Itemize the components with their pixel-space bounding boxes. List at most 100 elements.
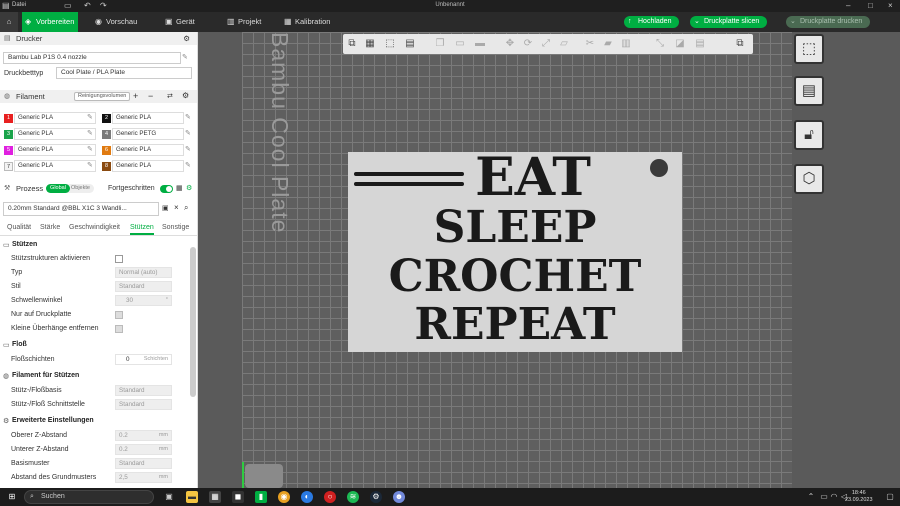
compare-icon[interactable]: ▦ (176, 184, 183, 192)
arrange-icon[interactable]: ▤ (403, 37, 417, 51)
tab-quality[interactable]: Qualität (7, 224, 31, 231)
edit-icon[interactable]: ✎ (185, 129, 191, 137)
color-paint-icon[interactable]: ◪ (673, 37, 687, 51)
object-option[interactable]: Objekte (71, 184, 90, 193)
rotate-icon[interactable]: ⟳ (521, 37, 535, 51)
delete-icon[interactable]: ▭ (453, 37, 467, 51)
edit-icon[interactable]: ✎ (87, 113, 93, 121)
spotify-icon[interactable]: ≋ (347, 491, 359, 503)
windows-start-icon[interactable]: ⊞ (6, 491, 18, 503)
cut-icon[interactable]: ✂ (583, 37, 597, 51)
remove-small-checkbox[interactable] (115, 325, 123, 333)
global-toggle[interactable]: Global Objekte (46, 184, 94, 193)
sign-model[interactable]: EAT SLEEP CROCHET REPEAT (348, 150, 682, 352)
edit-icon[interactable]: ✎ (87, 145, 93, 153)
edit-icon[interactable]: ✎ (185, 113, 191, 121)
edit-icon[interactable]: ✎ (182, 53, 188, 61)
search-icon[interactable]: ⌕ (184, 203, 188, 213)
chrome-icon[interactable]: ◉ (278, 491, 290, 503)
add-icon[interactable]: + (133, 91, 138, 101)
seam-icon[interactable]: ▥ (619, 37, 633, 51)
close-icon[interactable]: × (174, 203, 179, 212)
lay-flat-icon[interactable]: ▱ (557, 37, 571, 51)
taskbar-search[interactable]: ⌕ Suchen (24, 490, 154, 504)
remove-icon[interactable]: − (148, 91, 153, 101)
close-icon[interactable]: × (888, 1, 893, 10)
scale-icon[interactable]: ⤢ (539, 37, 553, 51)
color-swatch[interactable]: 7 (4, 162, 13, 171)
color-swatch[interactable]: 2 (102, 114, 111, 123)
style-select[interactable]: Standard (115, 281, 172, 292)
home-button[interactable]: ⌂ (0, 12, 18, 32)
tab-device[interactable]: ▣ Gerät (162, 12, 212, 32)
edit-icon[interactable]: ✎ (185, 161, 191, 169)
base-pattern-select[interactable]: Standard (115, 458, 172, 469)
clock[interactable]: 18:46 23.09.2023 (845, 490, 873, 504)
tab-project[interactable]: ▥ Projekt (224, 12, 274, 32)
edge-icon[interactable]: ◐ (301, 491, 313, 503)
3d-viewport[interactable]: Bambu Cool Plate ⧉ ▦ ⬚ ▤ ❐ ▭ ▬ ✥ ⟳ ⤢ ▱ ✂… (198, 32, 900, 488)
add-object-icon[interactable]: ⧉ (345, 37, 359, 51)
edit-icon[interactable]: ✎ (185, 145, 191, 153)
bambu-studio-icon[interactable]: ▮ (255, 491, 267, 503)
global-option[interactable]: Global (46, 184, 70, 193)
base-spacing-input[interactable]: 2,5 mm (115, 472, 172, 483)
panel-scrollbar[interactable] (190, 247, 196, 397)
bottom-z-input[interactable]: 0.2 mm (115, 444, 172, 455)
filament-settings-icon[interactable]: ⚙ (182, 91, 189, 100)
plate-settings-button[interactable]: ⬡ (794, 164, 824, 194)
raft-layers-input[interactable]: 0 Schichten (115, 354, 172, 365)
tab-preview[interactable]: ◉ Vorschau (92, 12, 152, 32)
orient-icon[interactable]: ⬚ (383, 37, 397, 51)
slice-button[interactable]: ⌄ Druckplatte slicen (690, 16, 768, 28)
print-button[interactable]: ⌄ Druckplatte drucken (786, 16, 871, 28)
color-swatch[interactable]: 1 (4, 114, 13, 123)
tray-chevron-icon[interactable]: ⌃ (805, 491, 817, 503)
lock-button[interactable]: 🔓︎ (794, 120, 824, 150)
tab-speed[interactable]: Geschwindigkeit (69, 224, 120, 231)
assembly-icon[interactable]: ⧉ (733, 37, 747, 51)
view-cube[interactable] (245, 464, 283, 488)
store-icon[interactable]: ▦ (209, 491, 221, 503)
measure-icon[interactable]: ⤡ (653, 37, 667, 51)
minecraft-icon[interactable]: ◼ (232, 491, 244, 503)
upload-button[interactable]: ↑ Hochladen (624, 16, 680, 28)
color-swatch[interactable]: 3 (4, 130, 13, 139)
type-select[interactable]: Normal (auto) (115, 267, 172, 278)
color-swatch[interactable]: 6 (102, 146, 111, 155)
clone-icon[interactable]: ▬ (473, 37, 487, 51)
auto-orient-button[interactable]: ⬚ (794, 34, 824, 64)
move-icon[interactable]: ✥ (503, 37, 517, 51)
top-z-input[interactable]: 0.2 mm (115, 430, 172, 441)
bed-type-select[interactable]: Cool Plate / PLA Plate (56, 67, 192, 79)
save-preset-icon[interactable]: ▣ (162, 204, 169, 212)
steam-icon[interactable]: ⚙ (370, 491, 382, 503)
color-swatch[interactable]: 8 (102, 162, 111, 171)
support-paint-icon[interactable]: ▰ (601, 37, 615, 51)
build-plate-only-checkbox[interactable] (115, 311, 123, 319)
printer-select[interactable]: Bambu Lab P1S 0.4 nozzle (3, 52, 181, 64)
tab-calibration[interactable]: ▦ Kalibration (281, 12, 341, 32)
color-swatch[interactable]: 4 (102, 130, 111, 139)
explorer-icon[interactable]: ▬ (186, 491, 198, 503)
tab-prepare[interactable]: ◈ Vorbereiten (22, 12, 78, 32)
task-view-icon[interactable]: ▣ (163, 491, 175, 503)
raft-interface-select[interactable]: Standard (115, 399, 172, 410)
minimize-icon[interactable]: – (846, 1, 850, 10)
edit-icon[interactable]: ✎ (87, 129, 93, 137)
edit-icon[interactable]: ✎ (87, 161, 93, 169)
raft-base-select[interactable]: Standard (115, 385, 172, 396)
text-icon[interactable]: ▤ (693, 37, 707, 51)
settings-icon[interactable]: ⚙ (186, 184, 192, 192)
opera-icon[interactable]: ○ (324, 491, 336, 503)
printer-settings-icon[interactable]: ⚙ (183, 32, 190, 45)
layout-button[interactable]: ▤ (794, 76, 824, 106)
support-enable-checkbox[interactable] (115, 255, 123, 263)
tab-strength[interactable]: Stärke (40, 224, 60, 231)
plate-grid-icon[interactable]: ▦ (363, 37, 377, 51)
notification-icon[interactable]: ▢ (884, 491, 896, 503)
discord-icon[interactable]: ☻ (393, 491, 405, 503)
copy-icon[interactable]: ❐ (433, 37, 447, 51)
tab-support[interactable]: Stützen (130, 224, 154, 235)
process-preset-select[interactable]: 0.20mm Standard @BBL X1C 3 Wandli... (3, 202, 159, 216)
